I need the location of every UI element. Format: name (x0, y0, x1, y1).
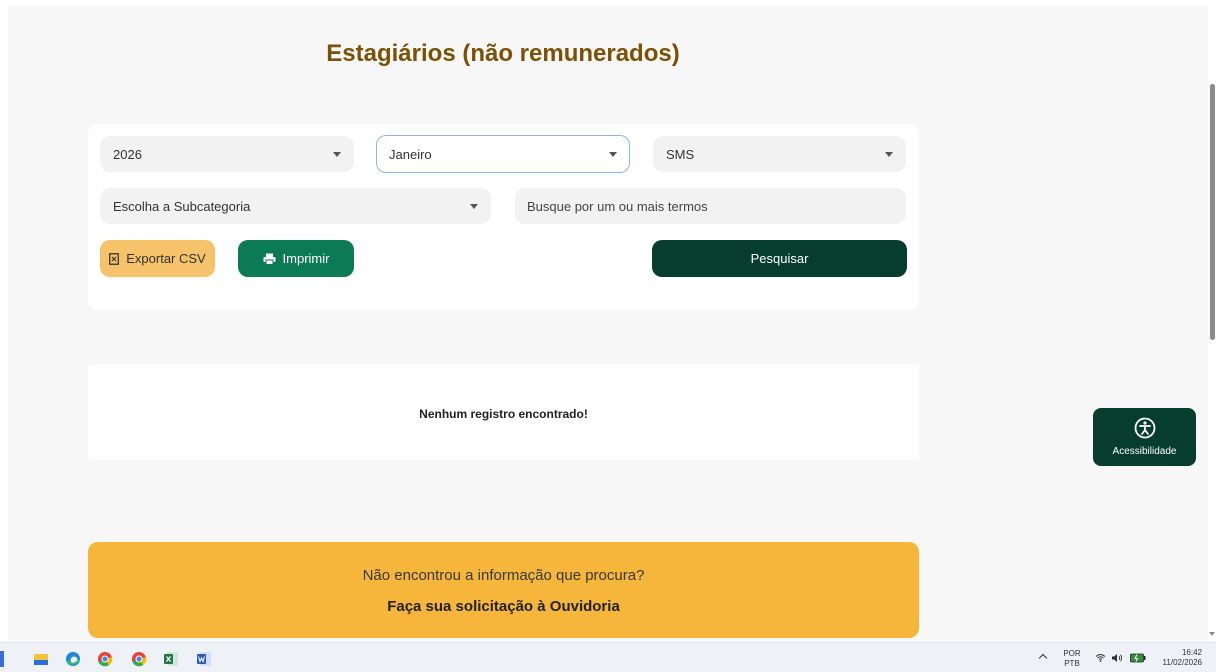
year-select[interactable]: 2026 (100, 136, 354, 172)
chrome-profile-icon[interactable] (131, 651, 147, 667)
category-select-value: SMS (666, 146, 695, 162)
clock-time: 16:42 (1181, 648, 1202, 657)
file-csv-icon (109, 252, 120, 265)
volume-icon[interactable] (1111, 653, 1123, 663)
word-icon[interactable] (196, 651, 212, 667)
month-select[interactable]: Janeiro (376, 135, 630, 173)
language-indicator[interactable]: POR PTB (1061, 649, 1083, 669)
search-input-placeholder: Busque por um ou mais termos (527, 198, 708, 214)
windows-taskbar: POR PTB 16:42 11/02/2026 (0, 642, 1216, 672)
edge-browser-icon[interactable] (65, 651, 81, 667)
accessibility-button[interactable]: Acessibilidade (1093, 408, 1196, 466)
search-input[interactable]: Busque por um ou mais termos (515, 188, 906, 224)
wifi-icon[interactable] (1095, 653, 1106, 662)
subcategory-select[interactable]: Escolha a Subcategoria (100, 188, 491, 224)
scroll-down-arrow-icon[interactable] (1209, 632, 1215, 636)
empty-results-message: Nenhum registro encontrado! (419, 407, 588, 421)
category-select[interactable]: SMS (653, 136, 906, 172)
clock-date: 11/02/2026 (1162, 658, 1202, 667)
search-button[interactable]: Pesquisar (652, 240, 907, 277)
print-button[interactable]: Imprimir (238, 240, 354, 277)
page-content: Estagiários (não remunerados) 2026 Janei… (8, 6, 1208, 642)
scrollbar-thumb[interactable] (1210, 84, 1215, 340)
print-label: Imprimir (282, 251, 330, 266)
battery-icon[interactable] (1130, 652, 1146, 663)
start-icon[interactable] (0, 651, 4, 667)
tray-chevron-up-icon[interactable] (1038, 653, 1048, 663)
export-csv-button[interactable]: Exportar CSV (100, 240, 215, 277)
chevron-down-icon (885, 152, 893, 157)
ouvidoria-question: Não encontrou a informação que procura? (362, 567, 645, 584)
subcategory-select-value: Escolha a Subcategoria (113, 198, 251, 214)
clock[interactable]: 16:42 11/02/2026 (1156, 648, 1202, 668)
excel-icon[interactable] (163, 651, 179, 667)
ouvidoria-link[interactable]: Faça sua solicitação à Ouvidoria (88, 598, 919, 615)
page-title: Estagiários (não remunerados) (326, 40, 680, 67)
chevron-down-icon (333, 152, 341, 157)
ouvidoria-banner: Não encontrou a informação que procura? … (88, 542, 919, 638)
accessibility-label: Acessibilidade (1112, 446, 1177, 457)
accessibility-icon (1134, 417, 1156, 439)
search-button-label: Pesquisar (750, 251, 809, 266)
chevron-down-icon (470, 204, 478, 209)
file-explorer-icon[interactable] (33, 651, 49, 667)
language-code: POR (1063, 649, 1081, 658)
chevron-down-icon (609, 152, 617, 157)
keyboard-layout-code: PTB (1064, 659, 1080, 668)
printer-icon (263, 253, 276, 265)
export-csv-label: Exportar CSV (126, 251, 206, 266)
year-select-value: 2026 (113, 146, 142, 162)
chrome-browser-icon[interactable] (97, 651, 113, 667)
month-select-value: Janeiro (389, 146, 432, 162)
filter-panel: 2026 Janeiro SMS Escolha a Subcategoria … (88, 124, 919, 310)
results-panel: Nenhum registro encontrado! (88, 364, 919, 460)
